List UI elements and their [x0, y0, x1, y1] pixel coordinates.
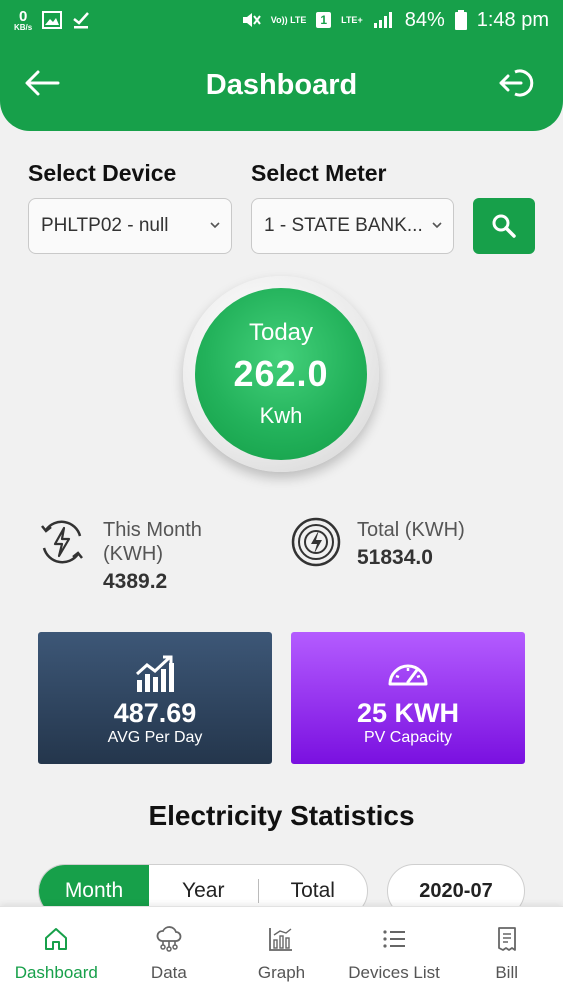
clock: 1:48 pm [476, 8, 549, 31]
sim-indicator: 1 [316, 12, 332, 28]
network-type: LTE+ [341, 14, 363, 25]
today-unit: Kwh [259, 403, 303, 428]
nav-dashboard-label: Dashboard [14, 963, 98, 982]
list-icon [383, 930, 406, 948]
cloud-network-icon [156, 926, 182, 952]
search-button[interactable] [473, 198, 535, 254]
energy-total-icon [291, 517, 341, 567]
nav-devices-list[interactable]: Devices List [338, 907, 451, 1000]
network-speed: 0 KB/s [14, 7, 33, 32]
month-label-line2: (KWH) [103, 543, 163, 565]
receipt-icon [497, 927, 516, 951]
avg-label: AVG Per Day [107, 729, 203, 746]
mute-icon [242, 13, 261, 27]
trending-up-icon [135, 655, 174, 692]
search-icon [492, 214, 516, 238]
gauge-icon [388, 664, 428, 686]
total-value: 51834.0 [357, 546, 433, 569]
avg-value: 487.69 [113, 698, 197, 728]
avg-per-day-card: 487.69 AVG Per Day [38, 632, 272, 764]
meter-select-value: 1 - STATE BANK... [264, 215, 423, 236]
select-device-label: Select Device [28, 160, 177, 186]
nav-bill-label: Bill [495, 963, 518, 982]
signal-icon [373, 12, 392, 28]
electricity-statistics-title: Electricity Statistics [148, 800, 415, 831]
nav-data[interactable]: Data [113, 907, 226, 1000]
app-bar: Dashboard [0, 40, 563, 131]
page-title: Dashboard [205, 69, 358, 101]
download-done-icon [73, 12, 90, 29]
volte-indicator: Vo)) LTE [270, 14, 307, 25]
device-select-value: PHLTP02 - null [41, 215, 169, 236]
battery-icon [454, 10, 467, 30]
today-gauge: Today 262.0 Kwh [183, 276, 379, 472]
today-label: Today [248, 319, 314, 346]
month-value: 4389.2 [103, 570, 168, 593]
image-icon [42, 11, 63, 29]
arrow-left-icon[interactable] [24, 68, 60, 98]
chevron-down-icon [432, 222, 442, 229]
battery-percent: 84% [404, 8, 445, 31]
chevron-down-icon [210, 222, 220, 229]
pv-label: PV Capacity [363, 729, 453, 746]
device-select[interactable]: PHLTP02 - null [28, 198, 232, 254]
select-meter-label: Select Meter [251, 160, 387, 186]
nav-data-label: Data [150, 963, 187, 982]
energy-cycle-icon [41, 520, 83, 564]
bottom-navigation: Dashboard Data Graph Devices List Bill [0, 906, 563, 1000]
home-icon [45, 928, 68, 950]
nav-devices-list-label: Devices List [348, 963, 440, 982]
nav-dashboard[interactable]: Dashboard [0, 907, 113, 1000]
logout-icon[interactable] [499, 66, 537, 100]
month-label-line1: This Month [103, 519, 202, 541]
meter-select[interactable]: 1 - STATE BANK... [251, 198, 454, 254]
today-value: 262.0 [233, 353, 329, 394]
bar-chart-icon [269, 928, 293, 951]
nav-bill[interactable]: Bill [450, 907, 563, 1000]
today-circle: Today 262.0 Kwh [195, 288, 367, 460]
pv-value: 25 KWH [356, 698, 459, 728]
nav-graph-label: Graph [257, 963, 306, 982]
pv-capacity-card: 25 KWH PV Capacity [291, 632, 525, 764]
nav-graph[interactable]: Graph [225, 907, 338, 1000]
status-bar: 0 KB/s Vo)) LTE 1 LTE+ 84% 1:48 pm [0, 0, 563, 40]
total-label: Total (KWH) [357, 519, 465, 541]
